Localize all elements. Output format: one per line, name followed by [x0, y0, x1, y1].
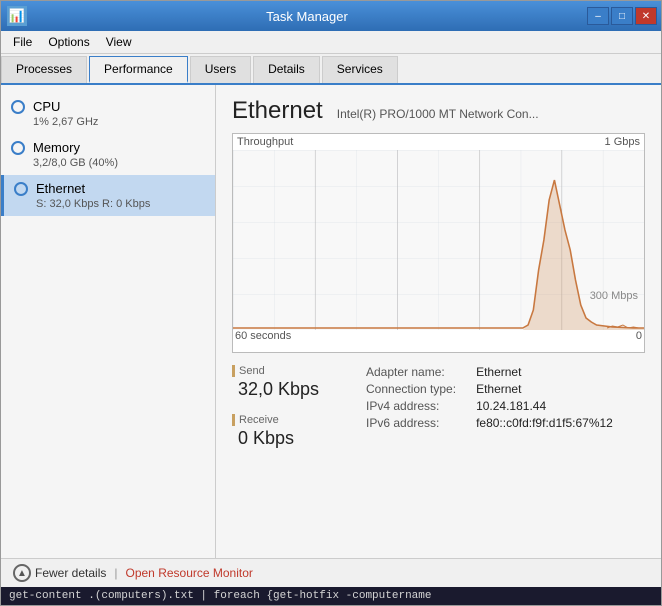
tab-users[interactable]: Users: [190, 56, 251, 83]
stats-info-row: Send 32,0 Kbps Receive 0 Kbps Adapter na…: [232, 365, 645, 449]
chart-mid-label: 300 Mbps: [590, 290, 638, 302]
adapter-info: Adapter name: Ethernet Connection type: …: [366, 365, 613, 430]
ipv4-label: IPv4 address:: [366, 399, 456, 413]
cpu-header: CPU: [11, 99, 205, 114]
memory-header: Memory: [11, 140, 205, 155]
send-label: Send: [232, 365, 342, 377]
memory-sublabel: 3,2/8,0 GB (40%): [33, 157, 205, 169]
adapter-name-label: Adapter name:: [366, 365, 456, 379]
ipv6-value: fe80::c0fd:f9f:d1f5:67%12: [476, 416, 613, 430]
cpu-sublabel: 1% 2,67 GHz: [33, 116, 205, 128]
memory-label: Memory: [33, 140, 80, 155]
ethernet-header: Ethernet: [14, 181, 205, 196]
send-block: Send 32,0 Kbps: [232, 365, 342, 400]
maximize-button[interactable]: □: [611, 7, 633, 25]
title-bar: 📊 Task Manager – □ ✕: [1, 1, 661, 31]
detail-header: Ethernet Intel(R) PRO/1000 MT Network Co…: [232, 97, 645, 125]
chart-svg: [233, 150, 644, 330]
memory-indicator: [11, 141, 25, 155]
ipv6-label: IPv6 address:: [366, 416, 456, 430]
ethernet-indicator: [14, 182, 28, 196]
terminal-text: get-content .(computers).txt | foreach {…: [9, 590, 431, 602]
cpu-label: CPU: [33, 99, 60, 114]
window-title: Task Manager: [27, 9, 587, 24]
tabs-bar: Processes Performance Users Details Serv…: [1, 54, 661, 85]
send-receive: Send 32,0 Kbps Receive 0 Kbps: [232, 365, 342, 449]
minimize-button[interactable]: –: [587, 7, 609, 25]
fewer-details-icon: ▲: [13, 564, 31, 582]
open-resource-monitor-link[interactable]: Open Resource Monitor: [126, 566, 253, 580]
fewer-details-label: Fewer details: [35, 566, 106, 580]
tab-processes[interactable]: Processes: [1, 56, 87, 83]
conn-type-label: Connection type:: [366, 382, 456, 396]
throughput-label: Throughput: [237, 136, 293, 148]
fewer-details-button[interactable]: ▲ Fewer details: [13, 564, 106, 582]
chart-bottom-labels: 60 seconds 0: [233, 330, 644, 342]
receive-label: Receive: [232, 414, 342, 426]
detail-panel: Ethernet Intel(R) PRO/1000 MT Network Co…: [216, 85, 661, 558]
chart-inner: 300 Mbps: [233, 150, 644, 330]
menu-options[interactable]: Options: [42, 33, 95, 51]
receive-value: 0 Kbps: [232, 428, 342, 449]
receive-block: Receive 0 Kbps: [232, 414, 342, 449]
adapter-name-value: Ethernet: [476, 365, 613, 379]
main-content: CPU 1% 2,67 GHz Memory 3,2/8,0 GB (40%) …: [1, 85, 661, 558]
chart-top-labels: Throughput 1 Gbps: [233, 134, 644, 150]
tab-details[interactable]: Details: [253, 56, 320, 83]
menu-bar: File Options View: [1, 31, 661, 54]
max-label: 1 Gbps: [605, 136, 640, 148]
separator: |: [114, 566, 117, 580]
chart-time-start: 60 seconds: [235, 330, 291, 342]
tab-performance[interactable]: Performance: [89, 56, 188, 83]
send-value: 32,0 Kbps: [232, 379, 342, 400]
cpu-indicator: [11, 100, 25, 114]
terminal-bar: get-content .(computers).txt | foreach {…: [1, 587, 661, 605]
conn-type-value: Ethernet: [476, 382, 613, 396]
menu-view[interactable]: View: [100, 33, 138, 51]
sidebar-item-cpu[interactable]: CPU 1% 2,67 GHz: [1, 93, 215, 134]
menu-file[interactable]: File: [7, 33, 38, 51]
close-button[interactable]: ✕: [635, 7, 657, 25]
tab-services[interactable]: Services: [322, 56, 398, 83]
ethernet-sublabel: S: 32,0 Kbps R: 0 Kbps: [36, 198, 205, 210]
main-window: 📊 Task Manager – □ ✕ File Options View P…: [0, 0, 662, 606]
window-controls: – □ ✕: [587, 7, 661, 25]
bottom-bar: ▲ Fewer details | Open Resource Monitor: [1, 558, 661, 587]
chart-area: Throughput 1 Gbps: [232, 133, 645, 353]
sidebar-item-ethernet[interactable]: Ethernet S: 32,0 Kbps R: 0 Kbps: [1, 175, 215, 216]
ipv4-value: 10.24.181.44: [476, 399, 613, 413]
detail-title: Ethernet: [232, 97, 323, 125]
chart-time-end: 0: [636, 330, 642, 342]
ethernet-label: Ethernet: [36, 181, 85, 196]
detail-subtitle: Intel(R) PRO/1000 MT Network Con...: [337, 107, 539, 121]
sidebar-item-memory[interactable]: Memory 3,2/8,0 GB (40%): [1, 134, 215, 175]
sidebar: CPU 1% 2,67 GHz Memory 3,2/8,0 GB (40%) …: [1, 85, 216, 558]
app-icon: 📊: [7, 6, 27, 26]
